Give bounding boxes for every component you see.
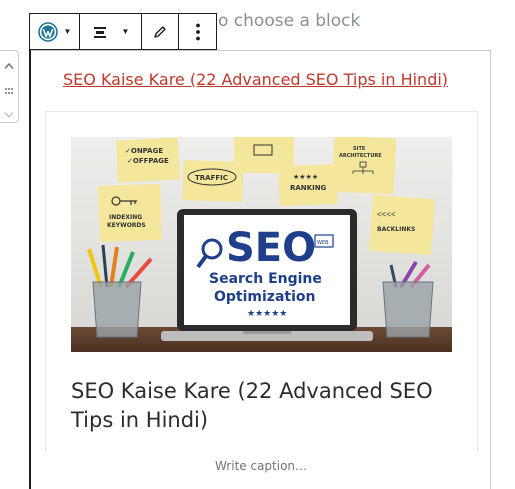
chevron-down-icon xyxy=(3,112,14,119)
svg-text:✓OFFPAGE: ✓OFFPAGE xyxy=(127,157,169,165)
svg-text:★★★★★: ★★★★★ xyxy=(247,308,287,318)
wordpress-icon xyxy=(37,21,58,42)
svg-text:ARCHITECTURE: ARCHITECTURE xyxy=(339,153,382,159)
sticky-note: <<<< BACKLINKS xyxy=(369,194,435,256)
more-options-button[interactable] xyxy=(179,14,216,49)
embed-featured-image: ✓ONPAGE ✓OFFPAGE TRAFFIC ★★★★ RANKING SI… xyxy=(71,137,452,352)
svg-text:BACKLINKS: BACKLINKS xyxy=(377,226,415,233)
move-down-button[interactable] xyxy=(0,106,18,124)
move-up-button[interactable] xyxy=(0,57,18,75)
svg-text:SITE: SITE xyxy=(353,146,366,152)
pencil-icon xyxy=(154,25,166,38)
svg-text:Search Engine: Search Engine xyxy=(209,271,322,287)
svg-text:TRAFFIC: TRAFFIC xyxy=(195,174,228,182)
embed-card-title[interactable]: SEO Kaise Kare (22 Advanced SEO Tips in … xyxy=(71,377,451,435)
drag-handle-icon xyxy=(4,88,13,94)
svg-text:✓ONPAGE: ✓ONPAGE xyxy=(125,147,163,155)
align-button[interactable]: ▼ xyxy=(80,14,142,49)
block-toolbar: ▼ ▼ xyxy=(29,13,217,50)
svg-text:Optimization: Optimization xyxy=(214,289,315,305)
sticky-note: ★★★★ RANKING xyxy=(278,164,338,206)
chevron-down-icon: ▼ xyxy=(121,27,130,36)
sticky-note: SITE ARCHITECTURE xyxy=(331,137,397,195)
svg-text:INDEXING: INDEXING xyxy=(109,214,142,221)
edit-url-button[interactable] xyxy=(142,14,179,49)
svg-text:<<<<: <<<< xyxy=(377,210,396,219)
chevron-down-icon: ▼ xyxy=(63,27,72,36)
caption-input[interactable]: Write caption… xyxy=(31,459,491,473)
sticky-note: INDEXING KEYWORDS xyxy=(98,183,162,243)
svg-text:WEB: WEB xyxy=(317,240,329,246)
more-vertical-icon xyxy=(195,23,200,40)
embed-link[interactable]: SEO Kaise Kare (22 Advanced SEO Tips in … xyxy=(63,70,448,89)
block-movers xyxy=(0,50,19,123)
svg-text:RANKING: RANKING xyxy=(290,184,327,192)
svg-text:SEO: SEO xyxy=(226,225,316,271)
svg-text:★★★★: ★★★★ xyxy=(293,173,318,181)
paragraph-placeholder: o choose a block xyxy=(218,11,361,31)
chevron-up-icon xyxy=(3,62,14,69)
svg-text:KEYWORDS: KEYWORDS xyxy=(107,222,146,229)
drag-handle[interactable] xyxy=(0,82,18,100)
align-center-icon xyxy=(93,26,106,38)
block-switcher-button[interactable]: ▼ xyxy=(30,14,80,49)
sticky-note: ✓ONPAGE ✓OFFPAGE xyxy=(115,137,181,183)
